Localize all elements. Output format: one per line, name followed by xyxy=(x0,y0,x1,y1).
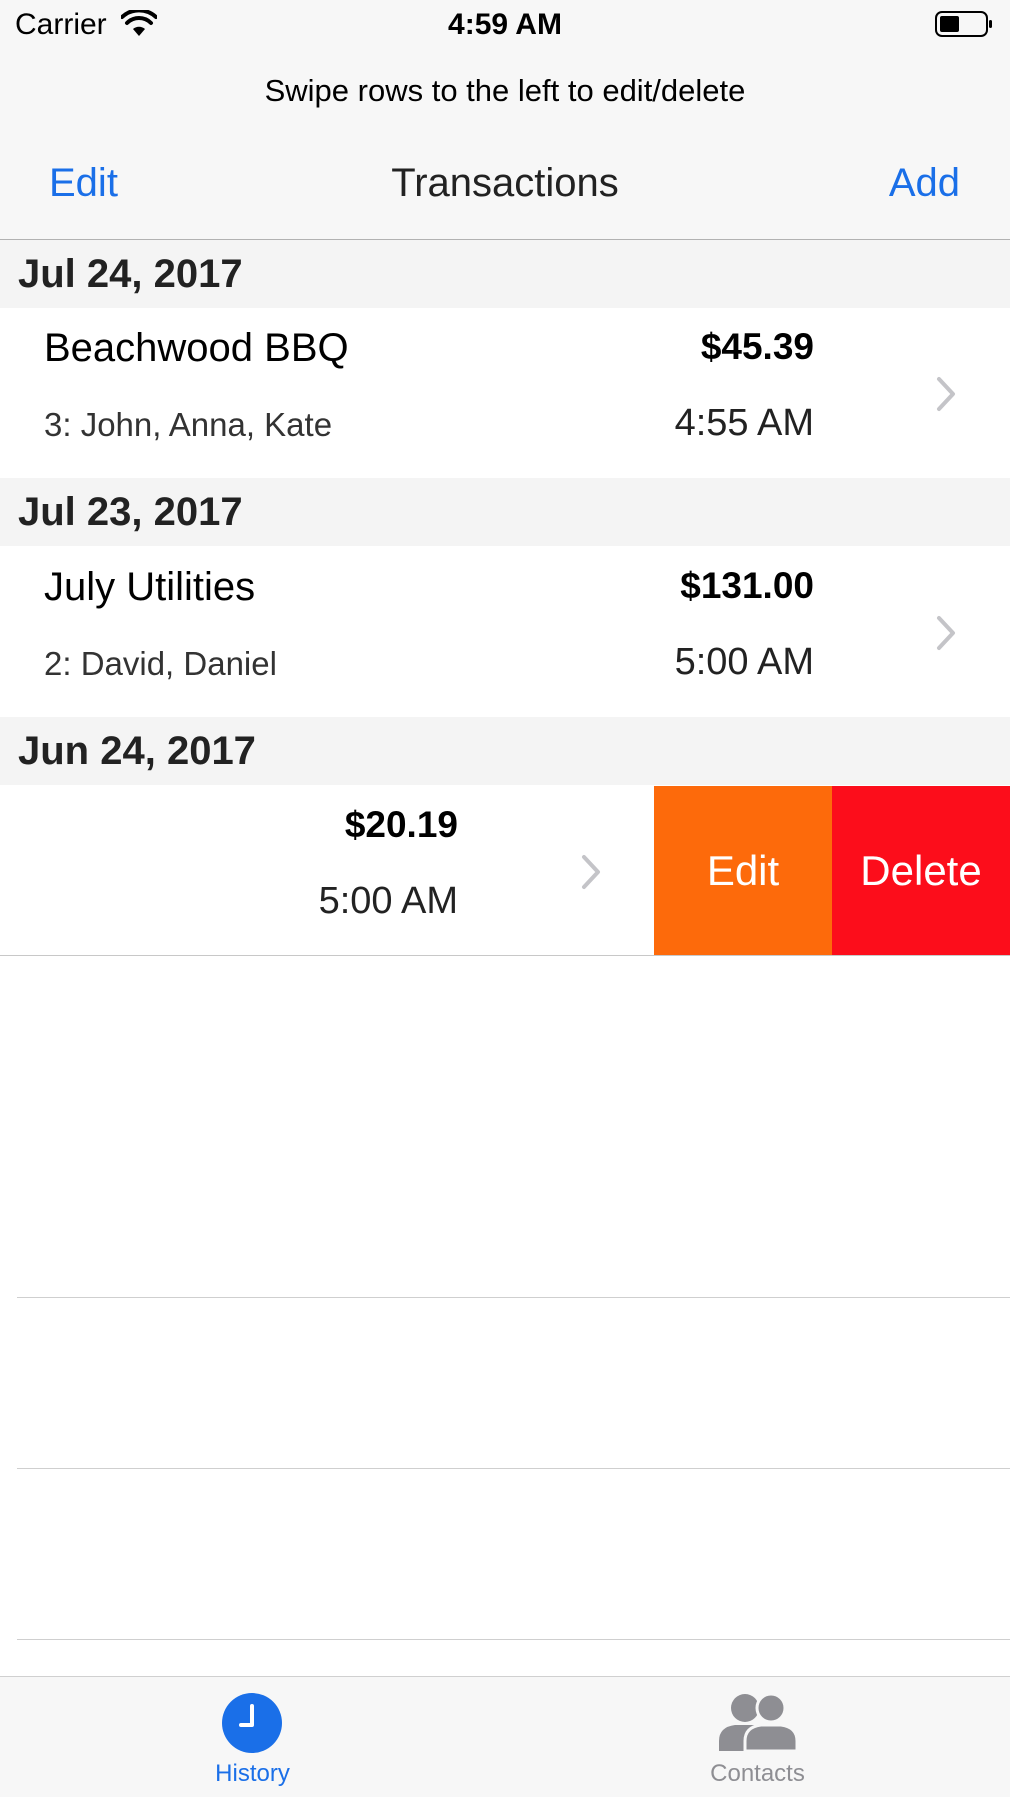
row-separator xyxy=(0,955,1010,956)
chevron-right-icon xyxy=(937,377,955,411)
transaction-row-swiped[interactable]: $20.19 5:00 AM Edit Delete xyxy=(0,786,1010,956)
transaction-amount: $20.19 xyxy=(344,804,458,845)
tab-history[interactable]: History xyxy=(0,1677,505,1797)
transaction-people: 3: John, Anna, Kate xyxy=(44,406,333,443)
top-bar: Carrier 4:59 AM Swipe rows to the left t… xyxy=(0,0,1010,240)
section-date: Jul 24, 2017 xyxy=(18,252,243,296)
tab-label: History xyxy=(215,1760,290,1787)
chevron-right-icon xyxy=(937,616,955,650)
transaction-row[interactable]: July Utilities 2: David, Daniel $131.00 … xyxy=(0,547,1010,717)
tab-contacts[interactable]: Contacts xyxy=(505,1677,1010,1797)
battery-icon xyxy=(935,11,992,37)
section-date: Jul 23, 2017 xyxy=(18,490,243,534)
swipe-edit-button[interactable]: Edit xyxy=(654,786,832,956)
status-bar: Carrier 4:59 AM xyxy=(0,0,1010,52)
swipe-hint: Swipe rows to the left to edit/delete xyxy=(264,73,746,108)
section-header: Jul 23, 2017 xyxy=(0,478,1010,546)
chevron-right-icon xyxy=(582,855,600,889)
tab-bar: History Contacts xyxy=(0,1676,1010,1797)
transaction-time: 5:00 AM xyxy=(674,641,814,683)
section-header: Jun 24, 2017 xyxy=(0,717,1010,785)
transaction-name: July Utilities xyxy=(44,565,256,609)
section-header: Jul 24, 2017 xyxy=(0,240,1010,308)
row-separator xyxy=(17,1468,1010,1469)
page-title: Transactions xyxy=(391,161,619,205)
row-separator xyxy=(17,1639,1010,1640)
transaction-name: Beachwood BBQ xyxy=(44,326,349,370)
contacts-icon xyxy=(719,1692,799,1753)
section-date: Jun 24, 2017 xyxy=(18,729,256,773)
add-button[interactable]: Add xyxy=(889,161,960,206)
tab-label: Contacts xyxy=(710,1760,805,1787)
transaction-time: 5:00 AM xyxy=(318,880,458,922)
transaction-time: 4:55 AM xyxy=(674,402,814,444)
status-time: 4:59 AM xyxy=(448,8,562,41)
swipe-delete-button[interactable]: Delete xyxy=(832,786,1010,956)
transaction-amount: $131.00 xyxy=(680,565,814,606)
swiped-row-content[interactable]: $20.19 5:00 AM xyxy=(0,786,654,955)
transaction-people: 2: David, Daniel xyxy=(44,645,277,682)
row-separator xyxy=(17,1297,1010,1298)
transaction-amount: $45.39 xyxy=(700,326,814,367)
transaction-row[interactable]: Beachwood BBQ 3: John, Anna, Kate $45.39… xyxy=(0,308,1010,478)
clock-icon xyxy=(222,1693,282,1753)
